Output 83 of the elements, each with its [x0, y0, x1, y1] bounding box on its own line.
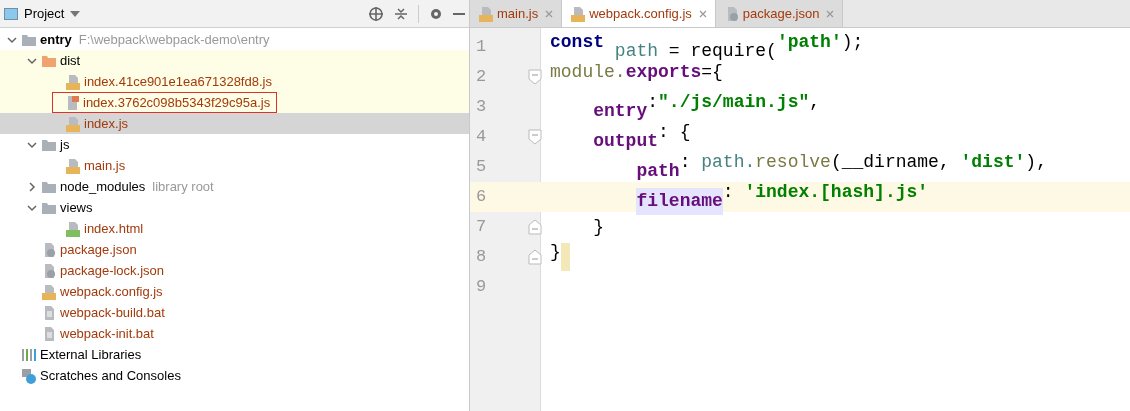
path-hint: F:\webpack\webpack-demo\entry [78, 30, 270, 49]
line-number: 9 [475, 276, 488, 299]
chevron-down-icon[interactable] [27, 55, 37, 66]
file-icon [478, 5, 494, 22]
file-name: webpack-init.bat [60, 324, 154, 343]
close-icon[interactable] [698, 9, 707, 18]
file-icon [65, 115, 81, 132]
tree-item[interactable]: js [0, 134, 469, 155]
file-name: package-lock.json [60, 261, 165, 280]
dropdown-icon[interactable] [70, 10, 81, 17]
line-number: 6 [475, 186, 488, 209]
code-line: module.exports={ [550, 61, 723, 84]
tree-item[interactable]: webpack-build.bat [0, 302, 469, 323]
folder-icon [21, 32, 37, 47]
libraries-icon [21, 347, 37, 362]
file-name: package.json [60, 240, 137, 259]
file-name: entry [40, 30, 72, 49]
tree-item[interactable]: index.js [0, 113, 469, 134]
fold-marker-icon[interactable] [528, 69, 542, 85]
minimize-icon[interactable] [453, 12, 465, 15]
chevron-right-icon[interactable] [27, 181, 37, 192]
folder-icon [41, 200, 57, 215]
file-icon [65, 157, 81, 174]
window-icon [4, 7, 18, 20]
folder-icon [41, 53, 57, 68]
file-name: index.js [84, 114, 129, 133]
tree-item[interactable]: index.3762c098b5343f29c95a.js [0, 92, 469, 113]
tree-item[interactable]: External Libraries [0, 344, 469, 365]
line-number: 2 [475, 66, 488, 89]
line-number: 5 [475, 156, 488, 179]
tree-item[interactable]: index.html [0, 218, 469, 239]
path-hint: library root [152, 177, 214, 196]
file-icon [41, 283, 57, 300]
line-number: 1 [475, 36, 488, 59]
collapse-icon[interactable] [394, 6, 408, 21]
tree-item[interactable]: entry F:\webpack\webpack-demo\entry [0, 29, 469, 50]
file-name: Scratches and Consoles [40, 366, 181, 385]
tree-item[interactable]: dist [0, 50, 469, 71]
scratches-icon [21, 367, 37, 384]
file-name: webpack.config.js [60, 282, 163, 301]
file-name: views [60, 198, 93, 217]
file-icon [65, 73, 81, 90]
file-name: webpack-build.bat [60, 303, 165, 322]
file-name: index.3762c098b5343f29c95a.js [83, 93, 271, 112]
settings-icon[interactable] [429, 6, 443, 21]
file-name: index.html [84, 219, 144, 238]
folder-icon [41, 137, 57, 152]
code-line: const path = require('path'); [550, 31, 864, 63]
editor-tab[interactable]: package.json [715, 0, 844, 27]
tree-item[interactable]: index.41ce901e1ea671328fd8.js [0, 71, 469, 92]
line-number: 4 [475, 126, 488, 149]
file-name: External Libraries [40, 345, 142, 364]
tree-item[interactable]: Scratches and Consoles [0, 365, 469, 386]
tree-item[interactable]: node_modules library root [0, 176, 469, 197]
line-number: 7 [475, 216, 488, 239]
tree-item[interactable]: main.js [0, 155, 469, 176]
file-name: index.41ce901e1ea671328fd8.js [84, 72, 272, 91]
locate-icon[interactable] [368, 5, 384, 22]
file-name: js [60, 135, 70, 154]
file-name: main.js [84, 156, 126, 175]
code-line: output: { [592, 121, 691, 153]
tree-item[interactable]: package.json [0, 239, 469, 260]
code-line: entry:"./js/main.js", [592, 91, 821, 123]
tree-item[interactable]: views [0, 197, 469, 218]
file-icon [65, 220, 81, 237]
editor-tab[interactable]: main.js [470, 0, 563, 27]
line-number: 8 [475, 246, 488, 269]
code-line: } [550, 241, 561, 264]
code-line: } [592, 215, 605, 239]
tree-item[interactable]: package-lock.json [0, 260, 469, 281]
file-name: dist [60, 51, 81, 70]
tree-item[interactable]: webpack.config.js [0, 281, 469, 302]
fold-marker-icon[interactable] [528, 129, 542, 145]
file-icon [570, 5, 587, 22]
tree-item[interactable]: webpack-init.bat [0, 323, 469, 344]
panel-title[interactable]: Project [24, 3, 65, 24]
file-name: node_modules [60, 177, 146, 196]
chevron-down-icon[interactable] [27, 202, 37, 213]
chevron-down-icon[interactable] [7, 34, 17, 45]
editor-tab[interactable]: webpack.config.js [562, 0, 716, 27]
folder-icon [41, 179, 57, 194]
line-number: 3 [475, 96, 488, 119]
chevron-down-icon[interactable] [27, 139, 37, 150]
